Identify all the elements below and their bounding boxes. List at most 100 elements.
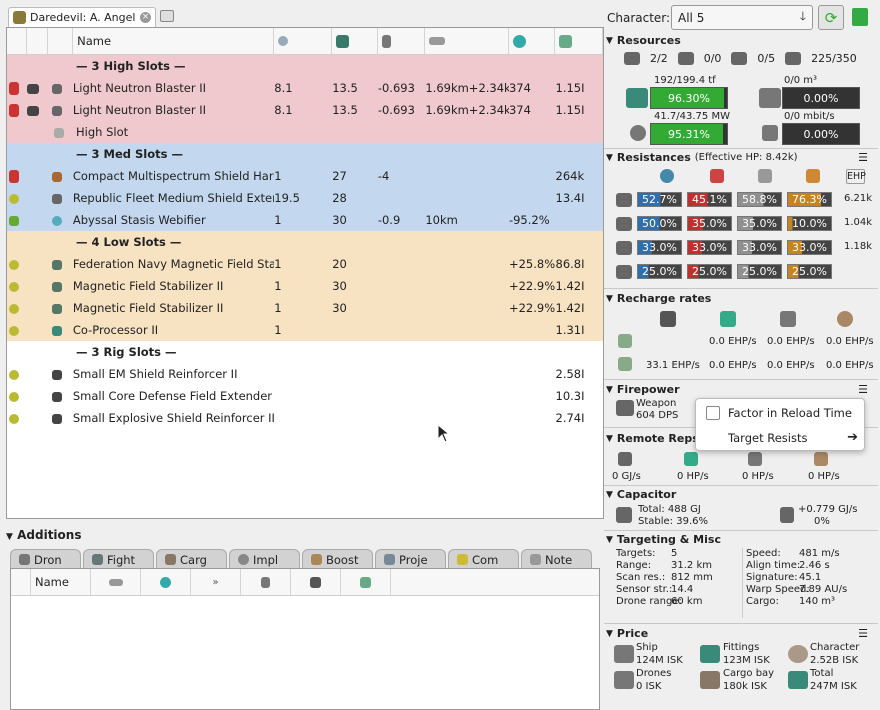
targeting-label: Scan res.: bbox=[616, 572, 666, 583]
additions-header[interactable]: ▼ Additions bbox=[6, 528, 604, 544]
shield-transfer-icon bbox=[684, 452, 698, 466]
online-icon[interactable] bbox=[9, 303, 19, 314]
header-range-icon[interactable] bbox=[91, 569, 141, 595]
tab-boosters[interactable]: Boost bbox=[302, 549, 373, 569]
price-header[interactable]: ▼ Price ☰ bbox=[606, 627, 876, 640]
header-range-icon[interactable] bbox=[425, 28, 509, 54]
section-rig: — 3 Rig Slots — bbox=[7, 341, 603, 363]
resistances-header[interactable]: ▼ Resistances (Effective HP: 8.42k) ☰ bbox=[606, 151, 876, 164]
header-state[interactable] bbox=[7, 28, 28, 54]
character-price-icon bbox=[788, 645, 808, 663]
header-speed-icon[interactable]: » bbox=[191, 569, 241, 595]
targeting-label: Range: bbox=[616, 560, 652, 571]
close-icon[interactable]: × bbox=[140, 12, 151, 23]
header-icon[interactable] bbox=[48, 28, 74, 54]
overheat-icon[interactable] bbox=[9, 170, 19, 183]
ehp-toggle[interactable]: EHP bbox=[846, 169, 866, 184]
menu-icon[interactable]: ☰ bbox=[858, 383, 868, 396]
ship-price-icon bbox=[614, 645, 634, 663]
table-row[interactable]: Light Neutron Blaster II 8.1 13.5 -0.693 1… bbox=[7, 99, 603, 121]
table-row[interactable]: Republic Fleet Medium Shield Extender 19… bbox=[7, 187, 603, 209]
blaster-icon bbox=[51, 105, 62, 116]
damage-pattern-icon bbox=[616, 265, 632, 279]
em-icon bbox=[660, 169, 674, 183]
tab-command[interactable]: Com bbox=[448, 549, 519, 569]
table-row[interactable]: Magnetic Field Stabilizer II 1 30 +22.9% 1… bbox=[7, 275, 603, 297]
arrow-right-icon: ➔ bbox=[847, 430, 858, 445]
header-name[interactable]: Name bbox=[73, 28, 274, 54]
hardener-icon bbox=[51, 171, 62, 182]
header-dps-icon[interactable] bbox=[291, 569, 341, 595]
reload-time-option[interactable]: Factor in Reload Time bbox=[706, 406, 852, 420]
armor-layer-icon bbox=[616, 217, 632, 231]
table-row[interactable]: Small EM Shield Reinforcer II 2.58I bbox=[7, 363, 603, 385]
header-shield-icon[interactable] bbox=[241, 569, 291, 595]
booster-icon bbox=[311, 554, 322, 565]
overheat-icon[interactable] bbox=[9, 82, 19, 95]
refresh-icon[interactable]: ⟳ bbox=[818, 5, 844, 30]
header-cpu-icon[interactable] bbox=[274, 28, 332, 54]
character-editor-icon[interactable] bbox=[852, 8, 868, 26]
header-name[interactable]: Name bbox=[31, 569, 91, 595]
table-row[interactable]: Co-Processor II 1 1.31I bbox=[7, 319, 603, 341]
header-cap-icon[interactable] bbox=[378, 28, 426, 54]
character-select[interactable]: All 5 🡓 bbox=[671, 5, 813, 30]
resist-bar: 35.0% bbox=[737, 216, 782, 231]
tab-implants[interactable]: Impl bbox=[229, 549, 300, 569]
online-icon[interactable] bbox=[9, 259, 19, 270]
fitting-table: Name — 3 High Slots — Light Neutron Blas… bbox=[6, 27, 604, 519]
resist-bar: 33.0% bbox=[737, 240, 782, 255]
overheat-icon[interactable] bbox=[9, 104, 19, 117]
table-row[interactable]: Small Explosive Shield Reinforcer II 2.7… bbox=[7, 407, 603, 429]
resist-bar: 58.8% bbox=[737, 192, 782, 207]
online-icon[interactable] bbox=[9, 391, 19, 402]
online-icon[interactable] bbox=[9, 369, 19, 380]
table-row[interactable]: Federation Navy Magnetic Field Stabilize… bbox=[7, 253, 603, 275]
reload-checkbox[interactable] bbox=[706, 406, 720, 420]
online-icon[interactable] bbox=[9, 281, 19, 292]
table-row[interactable]: High Slot bbox=[7, 121, 603, 143]
tab-drones[interactable]: Dron bbox=[10, 549, 81, 569]
tab-projected[interactable]: Proje bbox=[375, 549, 446, 569]
tab-notes[interactable]: Note bbox=[521, 549, 592, 569]
stats-pane: Character: All 5 🡓 ⟳ ▼ Resources 2/2 0/0 … bbox=[604, 0, 880, 710]
firepower-header[interactable]: ▼ Firepower ☰ bbox=[606, 383, 876, 396]
table-row[interactable]: Compact Multispectrum Shield Hardener 12… bbox=[7, 165, 603, 187]
implant-icon bbox=[238, 554, 249, 565]
table-row[interactable]: Small Core Defense Field Extender II 10.… bbox=[7, 385, 603, 407]
resources-header[interactable]: ▼ Resources bbox=[606, 34, 876, 47]
header-price-icon[interactable] bbox=[555, 28, 603, 54]
header-price-icon[interactable] bbox=[341, 569, 391, 595]
fit-tab[interactable]: Daredevil: A. Angel × bbox=[8, 7, 156, 27]
table-row[interactable]: Magnetic Field Stabilizer II 1 30 +22.9% 1… bbox=[7, 297, 603, 319]
recharge-header[interactable]: ▼ Recharge rates bbox=[606, 292, 876, 305]
tab-cargo[interactable]: Carg bbox=[156, 549, 227, 569]
menu-icon[interactable]: ☰ bbox=[858, 627, 868, 640]
active-icon[interactable] bbox=[9, 215, 19, 226]
target-resists-option[interactable]: Target Resists ➔ bbox=[728, 430, 858, 445]
targeting-value: 812 mm bbox=[671, 572, 713, 583]
capacitor-header[interactable]: ▼ Capacitor bbox=[606, 488, 876, 501]
header-pg-icon[interactable] bbox=[332, 28, 378, 54]
online-icon[interactable] bbox=[9, 193, 19, 204]
armor-repair-icon bbox=[780, 311, 796, 327]
header-charge[interactable] bbox=[27, 28, 49, 54]
weapon-icon bbox=[616, 400, 634, 416]
online-icon[interactable] bbox=[9, 413, 19, 424]
tab-fighters[interactable]: Fight bbox=[83, 549, 154, 569]
targeting-header[interactable]: ▼ Targeting & Misc bbox=[606, 533, 876, 546]
sustained-icon bbox=[618, 357, 632, 371]
resist-bar: 52.7% bbox=[637, 192, 682, 207]
online-icon[interactable] bbox=[9, 325, 19, 336]
menu-icon[interactable]: ☰ bbox=[858, 151, 868, 164]
shield-extender-icon bbox=[51, 193, 62, 204]
header-tracking-icon[interactable] bbox=[509, 28, 556, 54]
cpu-icon bbox=[626, 88, 648, 108]
header-tracking-icon[interactable] bbox=[141, 569, 191, 595]
table-row[interactable]: Abyssal Stasis Webifier 1 30 -0.9 10km -95… bbox=[7, 209, 603, 231]
new-tab-icon[interactable] bbox=[160, 10, 174, 22]
resist-bar: 33.0% bbox=[787, 240, 832, 255]
targeting-value: 60 km bbox=[671, 596, 703, 607]
cap-transfer-icon bbox=[618, 452, 632, 466]
table-row[interactable]: Light Neutron Blaster II 8.1 13.5 -0.693 1… bbox=[7, 77, 603, 99]
